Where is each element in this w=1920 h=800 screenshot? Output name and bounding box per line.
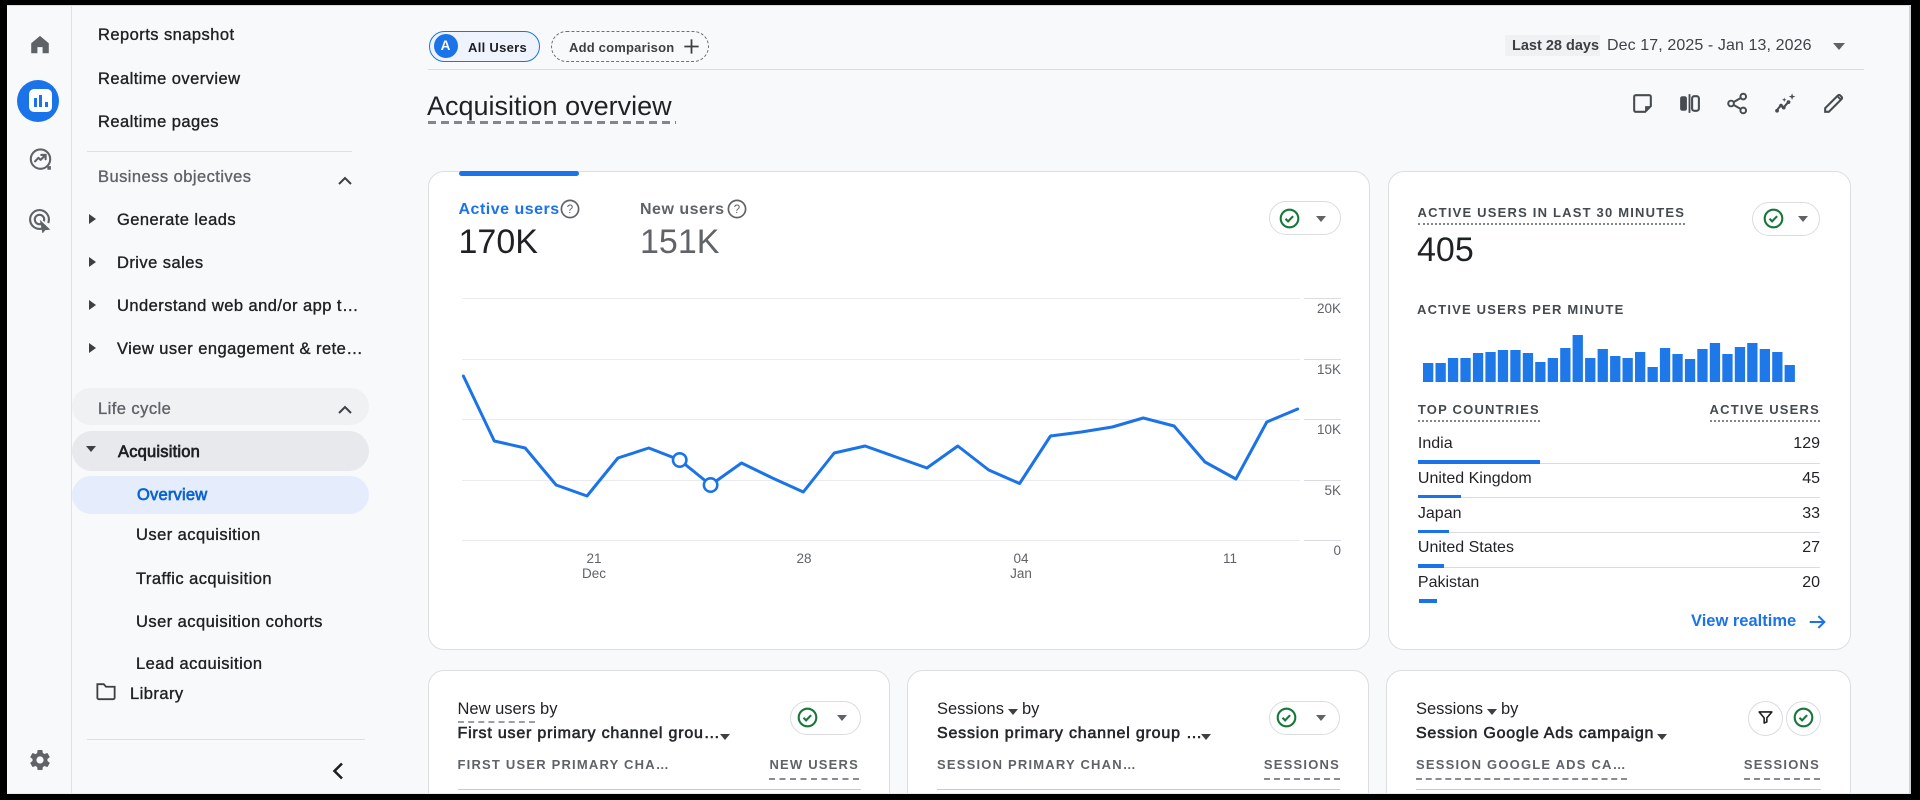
svg-text:?: ? [734,204,740,216]
svg-text:?: ? [567,204,573,216]
